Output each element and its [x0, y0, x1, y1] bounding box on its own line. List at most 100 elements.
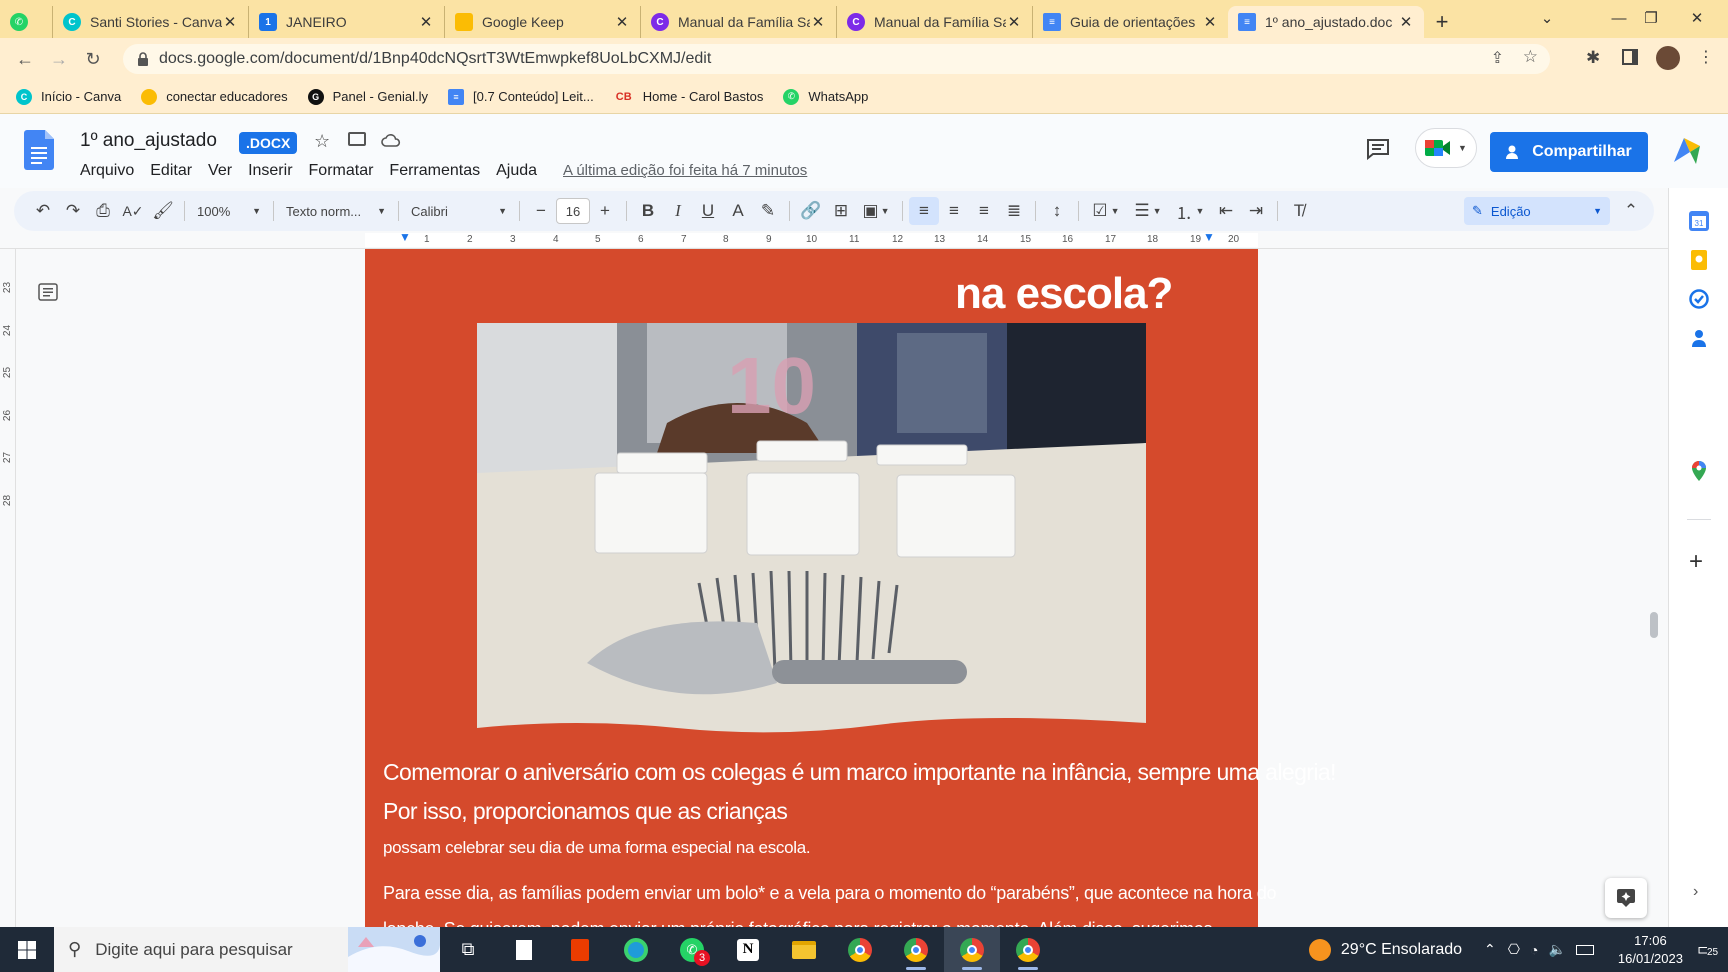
explore-button[interactable] — [1605, 878, 1647, 918]
increase-indent-button[interactable]: ⇥ — [1241, 197, 1271, 225]
wifi-icon[interactable]: ◔ — [1530, 942, 1538, 958]
account-avatar[interactable] — [1670, 134, 1704, 168]
right-indent-marker[interactable]: ▼ — [1203, 230, 1215, 244]
notifications-button[interactable]: ▭ 25 — [1697, 939, 1719, 960]
new-tab-button[interactable]: + — [1424, 6, 1460, 38]
align-right-button[interactable]: ≡ — [969, 197, 999, 225]
collapse-menus-button[interactable]: ⌃ — [1616, 197, 1646, 225]
text-color-button[interactable]: A — [723, 197, 753, 225]
extensions-icon[interactable]: ✱ — [1586, 48, 1600, 68]
bookmark-conectar[interactable]: conectar educadores — [141, 88, 288, 105]
tab-manual-2[interactable]: C Manual da Família Sa ✕ — [836, 6, 1032, 38]
tab-guia[interactable]: ≡ Guia de orientações ✕ — [1032, 6, 1228, 38]
highlight-button[interactable]: ✎ — [753, 197, 783, 225]
tab-janeiro[interactable]: 1 JANEIRO ✕ — [248, 6, 444, 38]
tab-santi-stories[interactable]: C Santi Stories - Canva ✕ — [52, 6, 248, 38]
reload-button[interactable]: ↻ — [76, 42, 110, 76]
align-center-button[interactable]: ≡ — [939, 197, 969, 225]
weather-text[interactable]: 29°C Ensolarado — [1341, 941, 1462, 959]
document-title[interactable]: 1º ano_ajustado — [80, 130, 217, 152]
battery-icon[interactable] — [1575, 944, 1594, 955]
document-canvas[interactable]: 23 24 25 26 27 28 na escola? 10 Comemora… — [0, 249, 1668, 927]
close-icon[interactable]: ✕ — [1398, 13, 1414, 31]
last-edit-link[interactable]: A última edição foi feita há 7 minutos — [563, 162, 807, 179]
editing-mode-select[interactable]: ✎ Edição ▼ — [1464, 197, 1610, 225]
tab-search-icon[interactable]: ⌄ — [1522, 0, 1572, 36]
insert-link-button[interactable]: 🔗 — [796, 197, 826, 225]
checklist-button[interactable]: ☑ ▼ — [1085, 197, 1127, 225]
left-indent-marker[interactable]: ▼ — [399, 230, 411, 244]
share-button[interactable]: Compartilhar — [1490, 132, 1648, 172]
chevron-right-icon[interactable]: › — [1693, 883, 1698, 901]
comments-icon[interactable] — [1366, 138, 1390, 160]
increase-font-size-button[interactable]: + — [590, 197, 620, 225]
menu-ver[interactable]: Ver — [208, 162, 232, 180]
docs-logo-icon[interactable] — [24, 130, 54, 170]
tasks-icon[interactable] — [1689, 289, 1709, 309]
spellcheck-button[interactable]: A✓ — [118, 197, 148, 225]
close-window-button[interactable]: ✕ — [1672, 0, 1722, 36]
style-select[interactable]: Texto norm... ▼ — [280, 197, 392, 225]
bookmark-whatsapp[interactable]: ✆ WhatsApp — [783, 88, 868, 105]
clock[interactable]: 17:06 16/01/2023 — [1618, 932, 1683, 968]
font-size-input[interactable]: 16 — [556, 198, 590, 224]
close-icon[interactable]: ✕ — [1202, 13, 1218, 31]
line-spacing-button[interactable]: ↕ — [1042, 197, 1072, 225]
bookmark-carol-bastos[interactable]: CB Home - Carol Bastos — [614, 89, 764, 105]
maps-icon[interactable] — [1691, 461, 1707, 481]
windows-start-button[interactable] — [0, 927, 54, 972]
menu-ajuda[interactable]: Ajuda — [496, 162, 537, 180]
birthday-table-photo[interactable]: 10 — [477, 323, 1146, 736]
decrease-font-size-button[interactable]: − — [526, 197, 556, 225]
insert-image-button[interactable]: ▣ ▼ — [856, 197, 896, 225]
underline-button[interactable]: U — [693, 197, 723, 225]
move-folder-icon[interactable] — [348, 132, 366, 146]
menu-icon[interactable]: ⋮ — [1698, 47, 1714, 67]
share-page-icon[interactable]: ⇪ — [1491, 48, 1504, 68]
taskbar-whatsapp[interactable]: ✆ 3 — [664, 927, 720, 972]
url-input[interactable]: docs.google.com/document/d/1Bnp40dcNQsrt… — [123, 44, 1550, 74]
tab-whatsapp[interactable]: ✆ — [0, 6, 52, 38]
paint-format-button[interactable]: 🖌 — [148, 197, 178, 225]
taskbar-file-app[interactable] — [496, 927, 552, 972]
bookmark-star-icon[interactable]: ☆ — [1523, 47, 1538, 67]
calendar-icon[interactable]: 31 — [1689, 211, 1709, 231]
clear-formatting-button[interactable]: T̸ — [1284, 197, 1314, 225]
cloud-status-icon[interactable] — [381, 133, 401, 147]
font-select[interactable]: Calibri ▼ — [405, 197, 513, 225]
restore-button[interactable]: ❐ — [1626, 0, 1676, 36]
menu-formatar[interactable]: Formatar — [309, 162, 374, 180]
numbered-list-button[interactable]: ⒈ ▼ — [1169, 197, 1211, 225]
side-panel-icon[interactable] — [1622, 49, 1638, 65]
taskbar-file-explorer[interactable] — [776, 927, 832, 972]
redo-button[interactable]: ↷ — [58, 197, 88, 225]
bookmark-canva[interactable]: C Início - Canva — [16, 88, 121, 105]
menu-ferramentas[interactable]: Ferramentas — [389, 162, 480, 180]
bookmark-genially[interactable]: G Panel - Genial.ly — [307, 88, 428, 105]
taskbar-search-input[interactable]: ⚲ Digite aqui para pesquisar — [54, 927, 440, 972]
taskbar-office[interactable] — [552, 927, 608, 972]
taskbar-edge[interactable] — [608, 927, 664, 972]
close-icon[interactable]: ✕ — [418, 13, 434, 31]
tab-manual-1[interactable]: C Manual da Família Sa ✕ — [640, 6, 836, 38]
document-page[interactable]: na escola? 10 Comemorar o aniversário co… — [365, 249, 1336, 927]
close-icon[interactable]: ✕ — [1006, 13, 1022, 31]
menu-inserir[interactable]: Inserir — [248, 162, 292, 180]
bookmark-conteudo[interactable]: ≡ [0.7 Conteúdo] Leit... — [448, 88, 594, 105]
taskbar-notion[interactable]: N — [720, 927, 776, 972]
bullet-list-button[interactable]: ☰ ▼ — [1127, 197, 1169, 225]
zoom-select[interactable]: 100% ▼ — [191, 197, 267, 225]
task-view-button[interactable]: ⧉ — [440, 927, 496, 972]
forward-button[interactable]: → — [42, 42, 76, 76]
scrollbar-thumb[interactable] — [1650, 612, 1658, 638]
close-icon[interactable]: ✕ — [810, 13, 826, 31]
volume-icon[interactable]: 🔈 — [1548, 941, 1565, 958]
document-outline-icon[interactable] — [38, 283, 58, 301]
taskbar-chrome-2[interactable] — [888, 927, 944, 972]
add-addon-button[interactable]: + — [1689, 548, 1703, 576]
tab-active-doc[interactable]: ≡ 1º ano_ajustado.doc ✕ — [1228, 6, 1424, 38]
meet-now-icon[interactable]: ⎔ — [1508, 941, 1520, 958]
back-button[interactable]: ← — [8, 42, 42, 76]
chevron-up-icon[interactable]: ⌃ — [1484, 941, 1496, 958]
italic-button[interactable]: I — [663, 197, 693, 225]
